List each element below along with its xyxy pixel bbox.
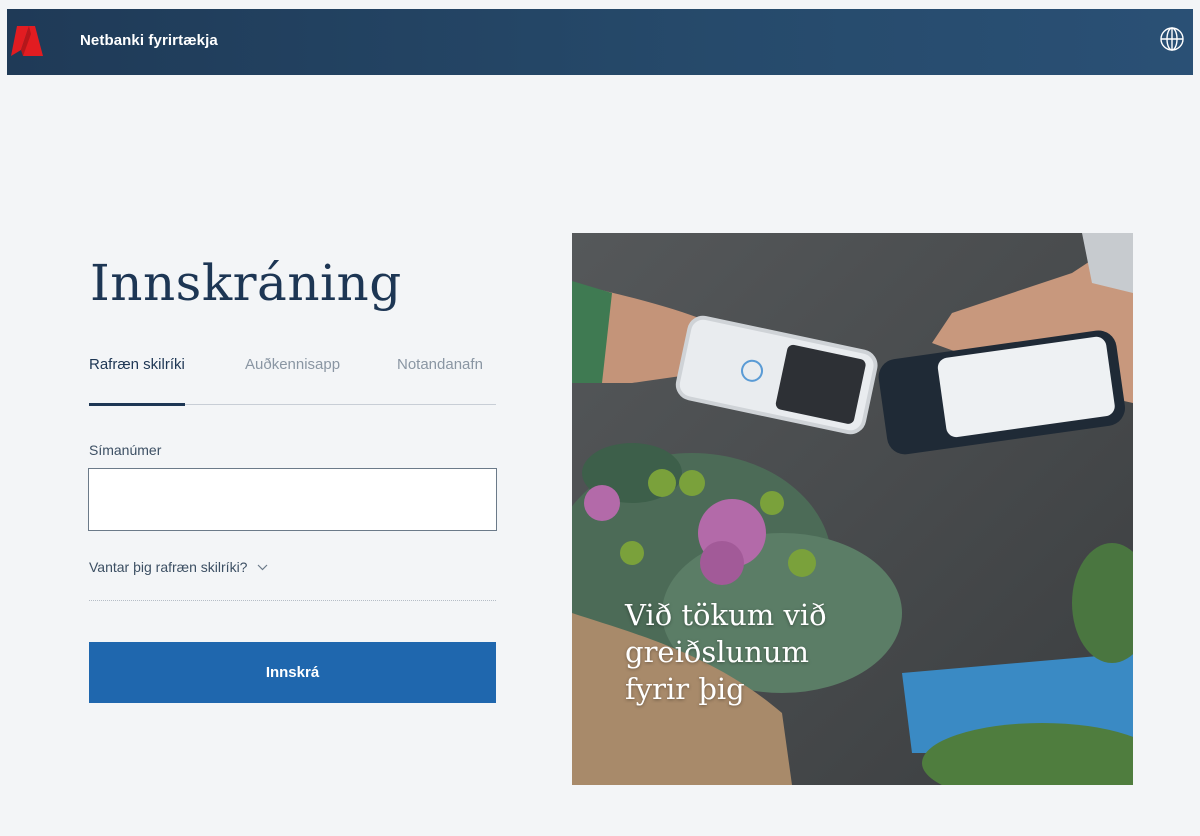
phone-field-label: Símanúmer xyxy=(89,442,162,458)
help-toggle[interactable]: Vantar þig rafræn skilríki? xyxy=(89,559,268,575)
tab-audkennisapp[interactable]: Auðkennisapp xyxy=(245,356,340,373)
top-navigation-bar: Netbanki fyrirtækja xyxy=(7,9,1193,75)
phone-number-input[interactable] xyxy=(88,468,497,531)
app-title: Netbanki fyrirtækja xyxy=(80,32,218,49)
promo-text-line-1: Við tökum við xyxy=(625,598,827,632)
globe-icon[interactable] xyxy=(1159,26,1185,52)
active-tab-indicator xyxy=(89,403,185,406)
promo-caption: Við tökum við greiðslunum fyrir þig xyxy=(625,597,885,708)
tab-rafraen-skilriki[interactable]: Rafræn skilríki xyxy=(89,356,185,373)
chevron-down-icon xyxy=(258,564,268,570)
tab-notandanafn[interactable]: Notandanafn xyxy=(397,356,483,373)
help-toggle-label: Vantar þig rafræn skilríki? xyxy=(89,559,248,575)
login-method-tabs: Rafræn skilríki Auðkennisapp Notandanafn xyxy=(89,356,496,406)
promo-text-line-3: fyrir þig xyxy=(625,672,745,706)
promo-image: Við tökum við greiðslunum fyrir þig xyxy=(572,233,1133,785)
divider xyxy=(89,600,496,601)
promo-text-line-2: greiðslunum xyxy=(625,635,810,669)
login-submit-button[interactable]: Innskrá xyxy=(89,642,496,703)
bank-logo-icon[interactable] xyxy=(9,24,43,58)
page-title: Innskráning xyxy=(90,254,402,312)
